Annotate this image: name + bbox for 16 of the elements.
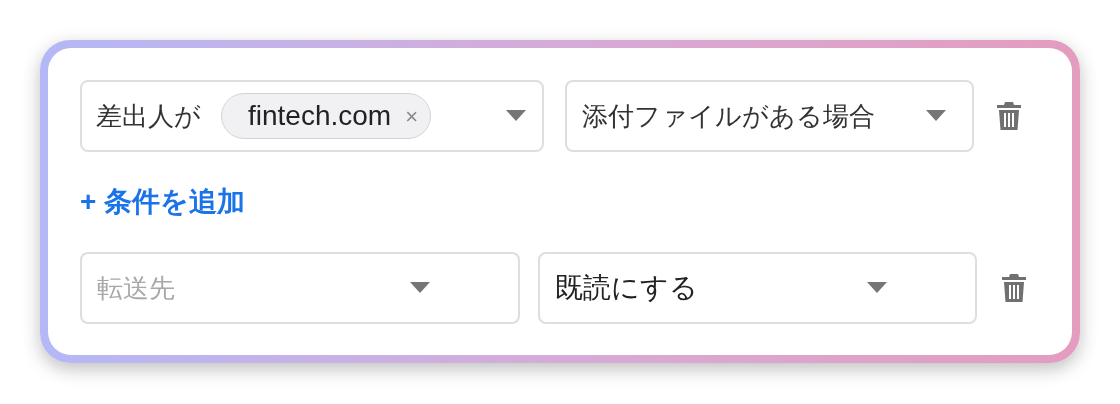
caret-icon: [506, 110, 526, 122]
caret-icon: [867, 282, 887, 294]
caret-icon: [926, 110, 946, 122]
caret-icon: [410, 282, 430, 294]
delete-button[interactable]: [999, 271, 1029, 305]
sender-select[interactable]: 差出人が fintech.com ×: [80, 80, 544, 152]
action-select[interactable]: 既読にする: [538, 252, 977, 324]
select-value: 既読にする: [555, 271, 698, 305]
domain-chip[interactable]: fintech.com ×: [221, 93, 432, 139]
condition-select[interactable]: 添付ファイルがある場合: [565, 80, 974, 152]
delete-button[interactable]: [994, 99, 1024, 133]
select-value: 添付ファイルがある場合: [582, 99, 875, 133]
field-label: 差出人が: [96, 99, 201, 133]
chip-text: fintech.com: [248, 99, 392, 133]
add-condition-link[interactable]: + 条件を追加: [80, 184, 246, 220]
select-placeholder: 転送先: [97, 271, 175, 305]
